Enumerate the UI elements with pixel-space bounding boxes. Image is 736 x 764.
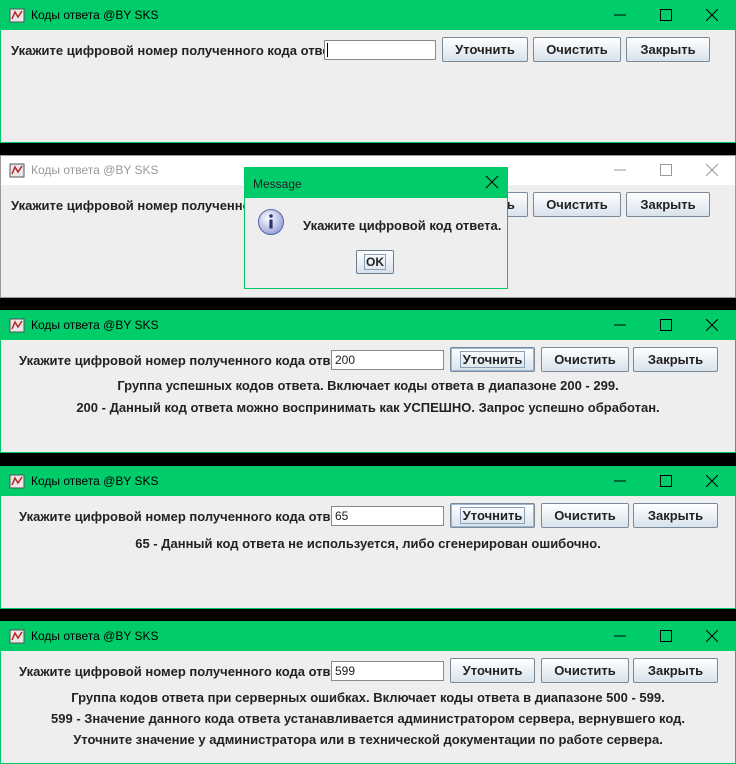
- clear-button[interactable]: Очистить: [541, 503, 629, 528]
- close-icon: [706, 475, 718, 487]
- result-message: Группа кодов ответа при серверных ошибка…: [71, 690, 665, 705]
- minimize-icon: [614, 480, 626, 482]
- minimize-icon: [614, 169, 626, 171]
- title-bar[interactable]: Коды ответа @BY SKS: [1, 1, 735, 30]
- app-window-5: Коды ответа @BY SKS Укажите цифровой ном…: [0, 621, 736, 764]
- close-window-button[interactable]: [698, 159, 728, 181]
- result-message: 599 - Значение данного кода ответа устан…: [51, 711, 685, 726]
- code-input[interactable]: [324, 40, 436, 60]
- minimize-button[interactable]: [606, 314, 636, 336]
- app-window-1: Коды ответа @BY SKS Укажите цифровой ном…: [0, 0, 736, 143]
- dialog-title: Message: [253, 177, 302, 191]
- refine-label: Уточнить: [459, 351, 526, 368]
- close-icon: [706, 9, 718, 21]
- code-input[interactable]: 599: [331, 661, 444, 681]
- window-title: Коды ответа @BY SKS: [31, 8, 159, 22]
- close-window-button[interactable]: [698, 4, 728, 26]
- window-title: Коды ответа @BY SKS: [31, 163, 159, 177]
- app-window-3: Коды ответа @BY SKS Укажите цифровой ном…: [0, 310, 736, 453]
- prompt-label: Укажите цифровой номер полученного кода …: [19, 509, 356, 524]
- java-app-icon: [9, 163, 25, 178]
- refine-button[interactable]: Уточнить: [442, 37, 528, 62]
- close-icon: [706, 319, 718, 331]
- window-title: Коды ответа @BY SKS: [31, 318, 159, 332]
- close-icon: [706, 630, 718, 642]
- ok-button[interactable]: OK: [356, 250, 394, 274]
- dialog-message: Укажите цифровой код ответа.: [303, 218, 502, 233]
- refine-button[interactable]: Уточнить: [450, 347, 535, 372]
- result-message: 200 - Данный код ответа можно воспринима…: [76, 400, 660, 415]
- title-bar[interactable]: Коды ответа @BY SKS: [1, 467, 735, 496]
- clear-button[interactable]: Очистить: [541, 658, 629, 683]
- result-message: Уточните значение у администратора или в…: [73, 732, 663, 747]
- code-input[interactable]: 65: [331, 506, 444, 526]
- clear-button[interactable]: Очистить: [541, 347, 629, 372]
- maximize-button[interactable]: [652, 4, 682, 26]
- maximize-icon: [660, 164, 672, 176]
- maximize-icon: [660, 9, 672, 21]
- minimize-button[interactable]: [606, 625, 636, 647]
- result-message: 65 - Данный код ответа не используется, …: [135, 536, 601, 551]
- close-icon[interactable]: [485, 175, 499, 189]
- clear-button[interactable]: Очистить: [533, 37, 621, 62]
- maximize-button[interactable]: [652, 314, 682, 336]
- maximize-button[interactable]: [652, 625, 682, 647]
- prompt-label: Укажите цифровой номер полученного кода …: [19, 353, 356, 368]
- maximize-icon: [660, 475, 672, 487]
- maximize-icon: [660, 319, 672, 331]
- minimize-button[interactable]: [606, 470, 636, 492]
- close-window-button[interactable]: [698, 314, 728, 336]
- close-button[interactable]: Закрыть: [626, 37, 710, 62]
- close-icon: [706, 164, 718, 176]
- refine-button[interactable]: Уточнить: [450, 503, 535, 528]
- minimize-icon: [614, 635, 626, 637]
- java-app-icon: [9, 8, 25, 23]
- java-app-icon: [9, 318, 25, 333]
- close-button[interactable]: Закрыть: [626, 192, 710, 217]
- refine-button[interactable]: Уточнить: [450, 658, 535, 683]
- refine-label: Уточнить: [459, 507, 526, 524]
- maximize-button[interactable]: [652, 159, 682, 181]
- maximize-icon: [660, 630, 672, 642]
- close-window-button[interactable]: [698, 470, 728, 492]
- window-title: Коды ответа @BY SKS: [31, 629, 159, 643]
- dialog-title-bar[interactable]: Message: [245, 168, 507, 198]
- title-bar[interactable]: Коды ответа @BY SKS: [1, 622, 735, 651]
- minimize-button[interactable]: [606, 4, 636, 26]
- text-caret: [327, 43, 328, 57]
- minimize-button[interactable]: [606, 159, 636, 181]
- prompt-label: Укажите цифровой номер полученного кода …: [19, 664, 356, 679]
- clear-button[interactable]: Очистить: [533, 192, 621, 217]
- message-dialog: Message Укажите цифровой код ответа. OK: [244, 167, 508, 289]
- close-button[interactable]: Закрыть: [633, 503, 718, 528]
- close-window-button[interactable]: [698, 625, 728, 647]
- prompt-label: Укажите цифровой номер полученного кода …: [11, 43, 348, 58]
- result-message: Группа успешных кодов ответа. Включает к…: [117, 378, 619, 393]
- maximize-button[interactable]: [652, 470, 682, 492]
- close-button[interactable]: Закрыть: [633, 658, 718, 683]
- minimize-icon: [614, 14, 626, 16]
- java-app-icon: [9, 629, 25, 644]
- java-app-icon: [9, 474, 25, 489]
- close-button[interactable]: Закрыть: [633, 347, 718, 372]
- title-bar[interactable]: Коды ответа @BY SKS: [1, 311, 735, 340]
- code-input[interactable]: 200: [331, 350, 444, 370]
- ok-label: OK: [364, 254, 386, 270]
- minimize-icon: [614, 324, 626, 326]
- window-title: Коды ответа @BY SKS: [31, 474, 159, 488]
- info-icon: [258, 209, 284, 235]
- app-window-4: Коды ответа @BY SKS Укажите цифровой ном…: [0, 466, 736, 609]
